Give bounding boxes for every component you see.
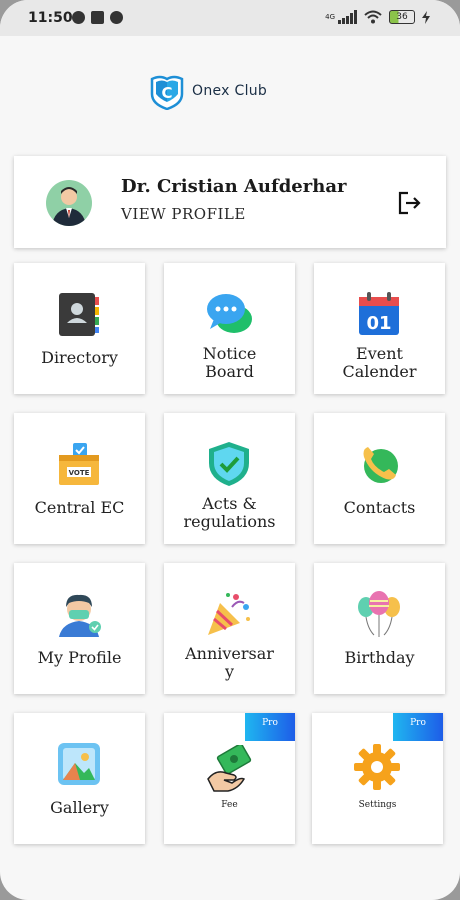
tile-directory[interactable]: Directory — [14, 263, 145, 394]
profile-name: Dr. Cristian Aufderhar — [121, 176, 347, 197]
logout-icon[interactable] — [396, 190, 422, 216]
view-profile-link[interactable]: VIEW PROFILE — [121, 205, 246, 223]
user-mask-icon — [59, 594, 101, 637]
tile-label: Birthday — [344, 648, 415, 667]
pro-badge: Pro — [245, 713, 295, 741]
tile-fee[interactable]: Pro Fee — [164, 713, 295, 844]
tile-label: Settings — [358, 800, 397, 810]
tile-gallery[interactable]: Gallery — [14, 713, 145, 844]
avatar[interactable] — [46, 180, 92, 226]
shield-book-logo-icon: C — [150, 75, 184, 110]
ballot-box-icon: VOTE — [59, 443, 99, 485]
tile-label: Gallery — [50, 798, 109, 817]
calendar-icon: 01 — [359, 292, 399, 335]
phone-icon — [363, 447, 398, 483]
brand-name: Onex Club — [192, 83, 268, 99]
network-type: 4G — [325, 13, 335, 21]
tile-label: Event Calender — [342, 344, 417, 381]
brand-logo: C Onex Club — [148, 72, 267, 110]
chat-bubbles-icon — [207, 294, 252, 333]
tile-settings[interactable]: Pro Settings — [312, 713, 443, 844]
battery-level: 36 — [396, 12, 408, 22]
tile-label: Fee — [221, 800, 238, 810]
tile-anniversary[interactable]: Anniversar y — [164, 563, 295, 694]
wifi-icon — [364, 10, 382, 24]
status-time: 11:50 — [28, 10, 73, 26]
tile-label: Anniversar y — [185, 644, 274, 681]
battery-icon: 36 — [389, 10, 415, 24]
charging-icon — [422, 10, 430, 24]
notification-icons — [72, 11, 123, 24]
tile-label: Acts & regulations — [183, 494, 276, 531]
tile-label: Directory — [41, 348, 118, 367]
tile-my-profile[interactable]: My Profile — [14, 563, 145, 694]
ballot-text: VOTE — [69, 469, 90, 477]
app-notification-icon — [110, 11, 123, 24]
pro-badge: Pro — [393, 713, 443, 741]
tile-label: Notice Board — [202, 344, 257, 381]
address-book-icon — [59, 293, 99, 336]
tile-acts-regulations[interactable]: Acts & regulations — [164, 413, 295, 544]
tile-notice-board[interactable]: Notice Board — [164, 263, 295, 394]
profile-card[interactable]: Dr. Cristian Aufderhar VIEW PROFILE — [14, 156, 446, 248]
balloons-icon — [358, 591, 400, 637]
tile-central-ec[interactable]: VOTE Central EC — [14, 413, 145, 544]
user-avatar-icon — [52, 187, 86, 226]
shield-check-icon — [209, 442, 249, 486]
gallery-icon — [58, 743, 100, 785]
party-popper-icon — [208, 593, 250, 635]
tile-label: Contacts — [343, 498, 416, 517]
calendar-day: 01 — [366, 313, 391, 334]
tile-label: Central EC — [34, 498, 125, 517]
tile-birthday[interactable]: Birthday — [314, 563, 445, 694]
signal-icon — [338, 10, 357, 24]
tile-contacts[interactable]: Contacts — [314, 413, 445, 544]
notification-icon — [72, 11, 85, 24]
gear-icon — [354, 744, 400, 790]
status-right: 4G 36 — [325, 10, 430, 24]
app-screen: 11:50 4G 36 C Onex Club Dr. Cristian Auf… — [0, 0, 460, 900]
tile-event-calender[interactable]: 01 Event Calender — [314, 263, 445, 394]
tile-label: My Profile — [37, 648, 122, 667]
settings-notification-icon — [91, 11, 104, 24]
cash-hand-icon — [207, 745, 252, 792]
logo-letter: C — [161, 84, 172, 102]
status-bar: 11:50 4G 36 — [0, 0, 460, 36]
